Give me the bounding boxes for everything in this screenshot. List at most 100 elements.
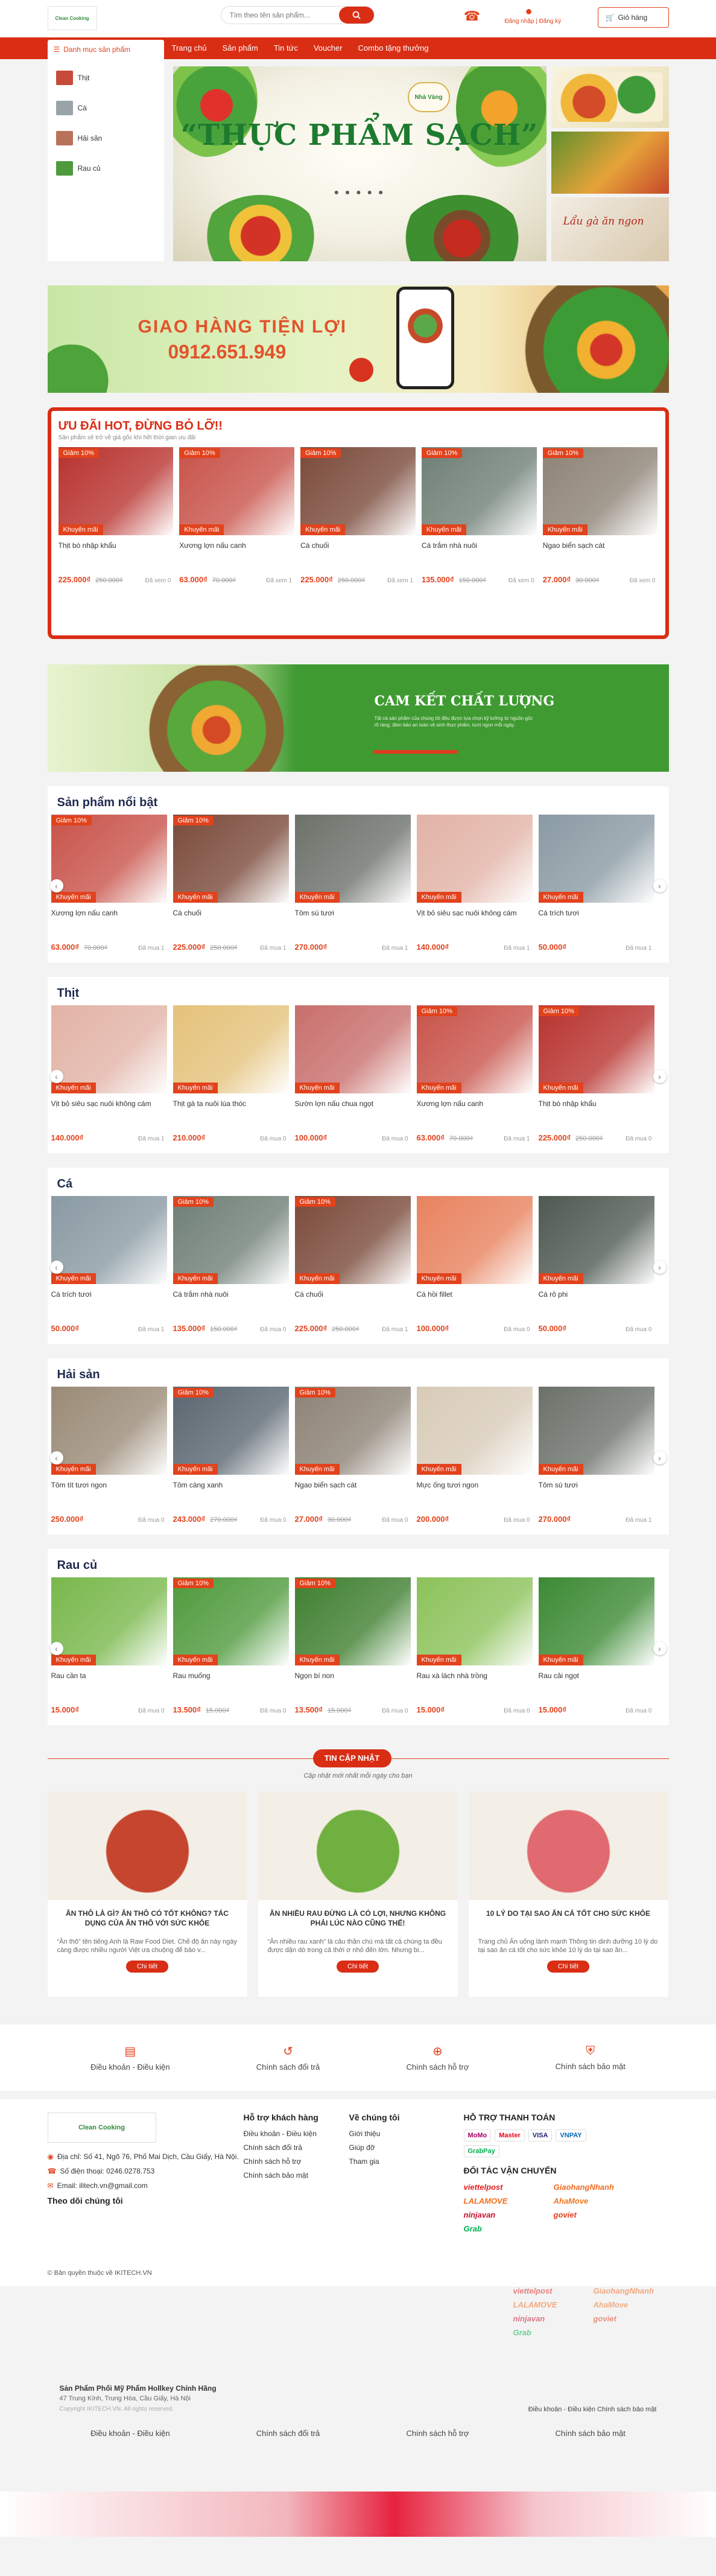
product-image[interactable]: Giảm 10% Khuyến mãi [538,1005,654,1093]
policy-item[interactable]: ⊕ Chính sách hỗ trợ [406,2044,469,2072]
carousel-next-icon[interactable]: › [653,1261,667,1274]
carousel-prev-icon[interactable]: ‹ [49,1261,63,1274]
product-image[interactable]: Khuyến mãi [416,1387,533,1475]
news-title[interactable]: TIN CẬP NHẬT [312,1749,391,1767]
product-card[interactable]: Khuyến mãi Mực ống tươi ngon 200.000₫ Đã mu… [416,1387,533,1524]
product-card[interactable]: Khuyến mãi Thịt gà ta nuôi lúa thóc 210.00… [173,1005,289,1142]
news-title[interactable]: ĂN THÔ LÀ GÌ? ĂN THÔ CÓ TỐT KHÔNG? TÁC D… [59,1909,236,1929]
product-name[interactable]: Cá trích tươi [539,909,654,929]
product-name[interactable]: Ngọn bí non [295,1671,411,1692]
product-card[interactable]: Khuyến mãi Cá rô phi 50.000₫ Đã mua 0 [538,1196,654,1333]
product-card[interactable]: Giảm 10% Khuyến mãi Cá trắm nhà nuôi 135.00… [173,1196,289,1333]
section-title[interactable]: Thịt [51,987,665,1000]
product-card[interactable]: Khuyến mãi Cá hồi fillet 100.000₫ Đã mua 0 [416,1196,533,1333]
carousel-next-icon[interactable]: › [653,1642,667,1655]
product-image[interactable]: Giảm 10% Khuyến mãi [179,447,295,535]
footer-link[interactable]: Chính sách bảo mật [244,2171,318,2180]
product-name[interactable]: Cá chuối [295,1290,411,1311]
product-name[interactable]: Cá trắm nhà nuôi [422,541,537,562]
product-name[interactable]: Ngao biển sạch cát [543,541,658,562]
carousel-prev-icon[interactable]: ‹ [49,879,63,892]
sidebar-item[interactable]: Thịt [48,63,164,93]
product-image[interactable]: Giảm 10% Khuyến mãi [173,1577,289,1665]
product-image[interactable]: Khuyến mãi [538,1387,654,1475]
footer-link[interactable]: Tham gia [349,2157,400,2166]
hero-banner[interactable]: Nhà Vàng “THỰC PHẨM SẠCH” ● ● ● ● ● [173,66,547,261]
product-name[interactable]: Tôm càng xanh [173,1481,289,1501]
product-card[interactable]: Giảm 10% Khuyến mãi Xương lợn nấu canh 63.0… [416,1005,533,1142]
product-image[interactable]: Khuyến mãi [51,1005,167,1093]
footer-link[interactable]: Chính sách đổi trả [244,2143,318,2152]
product-card[interactable]: Giảm 10% Khuyến mãi Rau muống 13.500₫ 15.000… [173,1577,289,1714]
product-card[interactable]: Giảm 10% Khuyến mãi Cá chuối 225.000₫ 250.00… [300,447,416,584]
carousel-prev-icon[interactable]: ‹ [49,1451,63,1465]
footer-link[interactable]: Điều khoản - Điều kiện [244,2129,318,2138]
ghost-policy-label[interactable]: Chính sách bảo mật [556,2429,626,2438]
product-image[interactable]: Khuyến mãi [294,1005,411,1093]
product-name[interactable]: Mực ống tươi ngon [417,1481,533,1501]
nav-item[interactable]: Sản phẩm [223,37,258,59]
ghost-footer-links[interactable]: Điều khoản - Điều kiện Chính sách bảo mậ… [528,2406,657,2413]
product-image[interactable]: Khuyến mãi [51,1577,167,1665]
footer-link[interactable]: Giới thiệu [349,2129,400,2138]
cart-button[interactable]: 🛒 Giỏ hàng [597,7,669,28]
product-image[interactable]: Giảm 10% Khuyến mãi [294,1196,411,1284]
carousel-prev-icon[interactable]: ‹ [49,1642,63,1655]
product-image[interactable]: Giảm 10% Khuyến mãi [173,815,289,903]
news-title[interactable]: ĂN NHIỀU RAU ĐỪNG LÀ CÓ LỢI, NHƯNG KHÔNG… [269,1909,447,1929]
ghost-policy-label[interactable]: Chính sách hỗ trợ [406,2429,469,2438]
product-card[interactable]: Giảm 10% Khuyến mãi Cá trắm nhà nuôi 135.00… [421,447,537,584]
search-input[interactable] [221,7,336,24]
product-card[interactable]: Khuyến mãi Tôm sú tươi 270.000₫ Đã mua 1 [538,1387,654,1524]
product-name[interactable]: Ngao biển sạch cát [295,1481,411,1501]
product-card[interactable]: Giảm 10% Khuyến mãi Xương lợn nấu canh 63.0… [179,447,295,584]
policy-item[interactable]: ⛨ Chính sách bảo mật [556,2044,626,2071]
product-name[interactable]: Cá chuối [173,909,289,929]
product-image[interactable]: Khuyến mãi [294,815,411,903]
product-image[interactable]: Khuyến mãi [538,1196,654,1284]
product-name[interactable]: Rau xà lách nhà trồng [417,1671,533,1692]
news-card[interactable]: ĂN THÔ LÀ GÌ? ĂN THÔ CÓ TỐT KHÔNG? TÁC D… [47,1792,247,1997]
product-name[interactable]: Cá chuối [300,541,416,562]
nav-item[interactable]: Combo tặng thưởng [358,37,429,59]
news-detail-button[interactable]: Chi tiết [547,1961,590,1973]
product-image[interactable]: Giảm 10% Khuyến mãi [58,447,174,535]
product-name[interactable]: Thịt bò nhập khẩu [59,541,174,562]
news-title[interactable]: 10 LÝ DO TẠI SAO ĂN CÁ TỐT CHO SỨC KHỎE [480,1909,657,1929]
product-image[interactable]: Khuyến mãi [173,1005,289,1093]
product-image[interactable]: Giảm 10% Khuyến mãi [421,447,537,535]
news-card[interactable]: 10 LÝ DO TẠI SAO ĂN CÁ TỐT CHO SỨC KHỎE T… [468,1792,668,1997]
product-card[interactable]: Khuyến mãi Tôm tít tươi ngon 250.000₫ Đã mu… [51,1387,167,1524]
product-name[interactable]: Rau cải ngọt [539,1671,654,1692]
product-name[interactable]: Thịt bò nhập khẩu [539,1099,654,1120]
product-name[interactable]: Tôm sú tươi [539,1481,654,1501]
product-card[interactable]: Khuyến mãi Rau cải ngọt 15.000₫ Đã mua 0 [538,1577,654,1714]
product-name[interactable]: Vịt bỏ siêu sạc nuôi không cám [51,1099,167,1120]
product-card[interactable]: Khuyến mãi Vịt bỏ siêu sạc nuôi không cám… [51,1005,167,1142]
side-banner-3[interactable]: Lẩu gà ăn ngon [551,197,669,261]
ghost-policy-label[interactable]: Điều khoản - Điều kiện [90,2429,170,2438]
product-card[interactable]: Giảm 10% Khuyến mãi Thịt bò nhập khẩu 225.0… [58,447,174,584]
side-banner-2[interactable] [551,132,669,194]
side-banner-1[interactable] [551,66,669,128]
product-image[interactable]: Khuyến mãi [416,1577,533,1665]
product-name[interactable]: Tôm tít tươi ngon [51,1481,167,1501]
carousel-next-icon[interactable]: › [653,879,667,892]
nav-item[interactable]: Tin tức [274,37,298,59]
policy-item[interactable]: ↺ Chính sách đổi trả [256,2044,320,2072]
product-card[interactable]: Giảm 10% Khuyến mãi Ngao biển sạch cát 27.0… [294,1387,411,1524]
product-card[interactable]: Giảm 10% Khuyến mãi Ngao biển sạch cát 27.0… [542,447,658,584]
product-image[interactable]: Giảm 10% Khuyến mãi [173,1196,289,1284]
product-image[interactable]: Khuyến mãi [51,1196,167,1284]
section-title[interactable]: Rau củ [51,1559,665,1573]
product-card[interactable]: Khuyến mãi Rau xà lách nhà trồng 15.000₫ Đã… [416,1577,533,1714]
product-image[interactable]: Khuyến mãi [538,1577,654,1665]
sidebar-item[interactable]: Cá [48,93,164,123]
product-name[interactable]: Sườn lợn nấu chua ngọt [295,1099,411,1120]
product-card[interactable]: Khuyến mãi Cá trích tươi 50.000₫ Đã mua 1 [538,815,654,952]
news-detail-button[interactable]: Chi tiết [125,1961,169,1973]
product-card[interactable]: Giảm 10% Khuyến mãi Xương lợn nấu canh 63.0… [51,815,167,952]
product-card[interactable]: Giảm 10% Khuyến mãi Tôm càng xanh 243.000₫ 2… [173,1387,289,1524]
ghost-policy-label[interactable]: Chính sách đổi trả [256,2429,320,2438]
section-title[interactable]: Sản phẩm nổi bật [51,796,665,810]
